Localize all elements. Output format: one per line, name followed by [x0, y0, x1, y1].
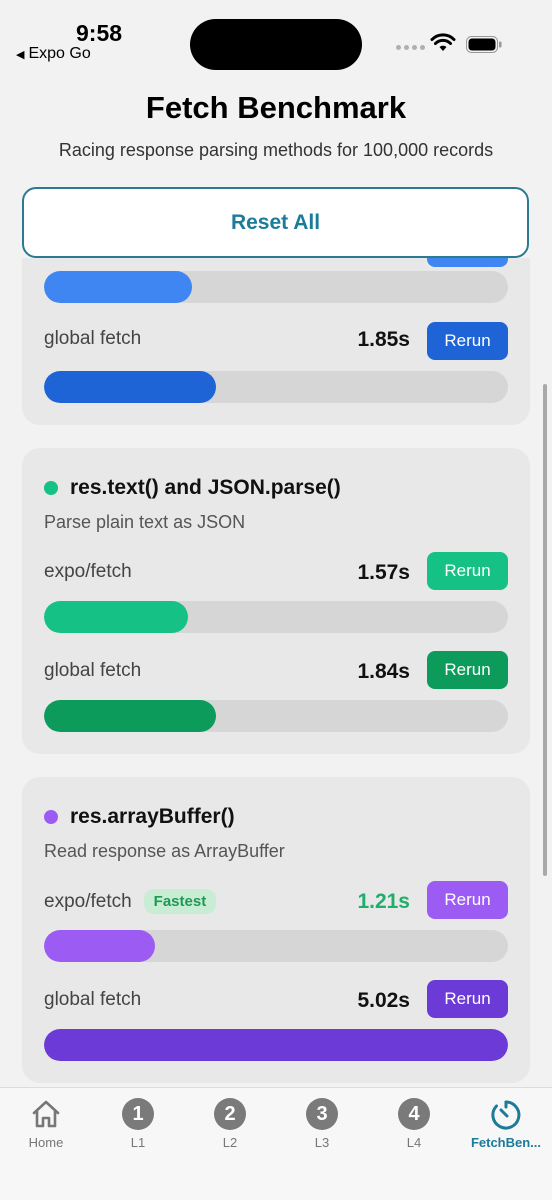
- number-4-icon: 4: [398, 1098, 430, 1130]
- tab-bar: Home 1 L1 2 L2 3 L3 4 L4 FetchBen...: [0, 1087, 552, 1200]
- progress-track: [44, 601, 508, 633]
- row-time: 1.57s: [357, 561, 410, 584]
- page-subtitle: Racing response parsing methods for 100,…: [58, 140, 494, 160]
- page-title: Fetch Benchmark: [145, 90, 407, 125]
- row-label: expo/fetch Fastest: [44, 889, 217, 914]
- progress-fill: [44, 1029, 508, 1061]
- tab-label: Home: [28, 1135, 64, 1150]
- wifi-icon: [430, 33, 456, 51]
- row-label: global fetch: [44, 660, 142, 681]
- tab-label: L4: [406, 1135, 422, 1150]
- row-label: expo/fetch: [44, 561, 132, 582]
- rerun-button[interactable]: Rerun: [427, 651, 508, 689]
- benchmark-card-text-json: res.text() and JSON.parse() Parse plain …: [22, 448, 530, 754]
- rerun-button[interactable]: [427, 258, 508, 267]
- row-time: 1.85s: [357, 328, 410, 351]
- rerun-button[interactable]: Rerun: [427, 322, 508, 360]
- back-label: Expo Go: [28, 45, 91, 62]
- timer-icon: [491, 1100, 521, 1130]
- progress-fill: [44, 271, 193, 303]
- row-time: 1.21s: [357, 890, 410, 913]
- battery-icon: [466, 36, 502, 53]
- number-3-icon: 3: [306, 1098, 338, 1130]
- progress-fill: [44, 601, 188, 633]
- tab-l3[interactable]: 3 L3: [276, 1098, 368, 1150]
- scrollbar[interactable]: [543, 384, 547, 876]
- house-icon: [32, 1100, 60, 1128]
- progress-track: [44, 1029, 508, 1061]
- tab-l4[interactable]: 4 L4: [368, 1098, 460, 1150]
- card-description: Parse plain text as JSON: [44, 512, 246, 532]
- progress-track: [44, 930, 508, 962]
- reset-all-button[interactable]: Reset All: [22, 187, 529, 258]
- number-1-icon: 1: [122, 1098, 154, 1130]
- benchmark-card-array-buffer: res.arrayBuffer() Read response as Array…: [22, 777, 530, 1083]
- rerun-button[interactable]: Rerun: [427, 552, 508, 590]
- tab-l2[interactable]: 2 L2: [184, 1098, 276, 1150]
- tab-l1[interactable]: 1 L1: [92, 1098, 184, 1150]
- progress-track: [44, 700, 508, 732]
- progress-fill: [44, 371, 216, 403]
- progress-track: [44, 271, 508, 303]
- row-time: 1.84s: [357, 660, 410, 683]
- progress-fill: [44, 700, 216, 732]
- card-title: res.arrayBuffer(): [44, 805, 235, 829]
- progress-fill: [44, 930, 156, 962]
- status-dot-icon: [44, 810, 58, 824]
- back-arrow-icon: ◀: [16, 48, 25, 61]
- status-time: 9:58: [76, 20, 123, 46]
- benchmark-list[interactable]: global fetch 1.85s Rerun res.text() and …: [0, 258, 552, 1088]
- back-to-expo-go-link[interactable]: ◀ Expo Go: [16, 45, 91, 63]
- row-time: 5.02s: [357, 989, 410, 1012]
- row-label: global fetch: [44, 989, 142, 1010]
- number-2-icon: 2: [214, 1098, 246, 1130]
- fastest-badge: Fastest: [143, 889, 217, 914]
- status-dot-icon: [44, 481, 58, 495]
- status-bar: 9:58 ◀ Expo Go: [0, 0, 552, 80]
- tab-label: L2: [222, 1135, 238, 1150]
- dynamic-island: [190, 19, 362, 70]
- tab-fetch-benchmark[interactable]: FetchBen...: [460, 1098, 552, 1150]
- card-description: Read response as ArrayBuffer: [44, 841, 285, 861]
- tab-label: L1: [130, 1135, 146, 1150]
- benchmark-card-json: global fetch 1.85s Rerun: [22, 258, 530, 425]
- tab-home[interactable]: Home: [0, 1098, 92, 1150]
- tab-label: FetchBen...: [470, 1135, 542, 1150]
- progress-track: [44, 371, 508, 403]
- row-label: global fetch: [44, 328, 142, 349]
- cellular-signal-icon: [396, 45, 425, 50]
- rerun-button[interactable]: Rerun: [427, 980, 508, 1018]
- rerun-button[interactable]: Rerun: [427, 881, 508, 919]
- tab-label: L3: [314, 1135, 330, 1150]
- card-title: res.text() and JSON.parse(): [44, 476, 341, 500]
